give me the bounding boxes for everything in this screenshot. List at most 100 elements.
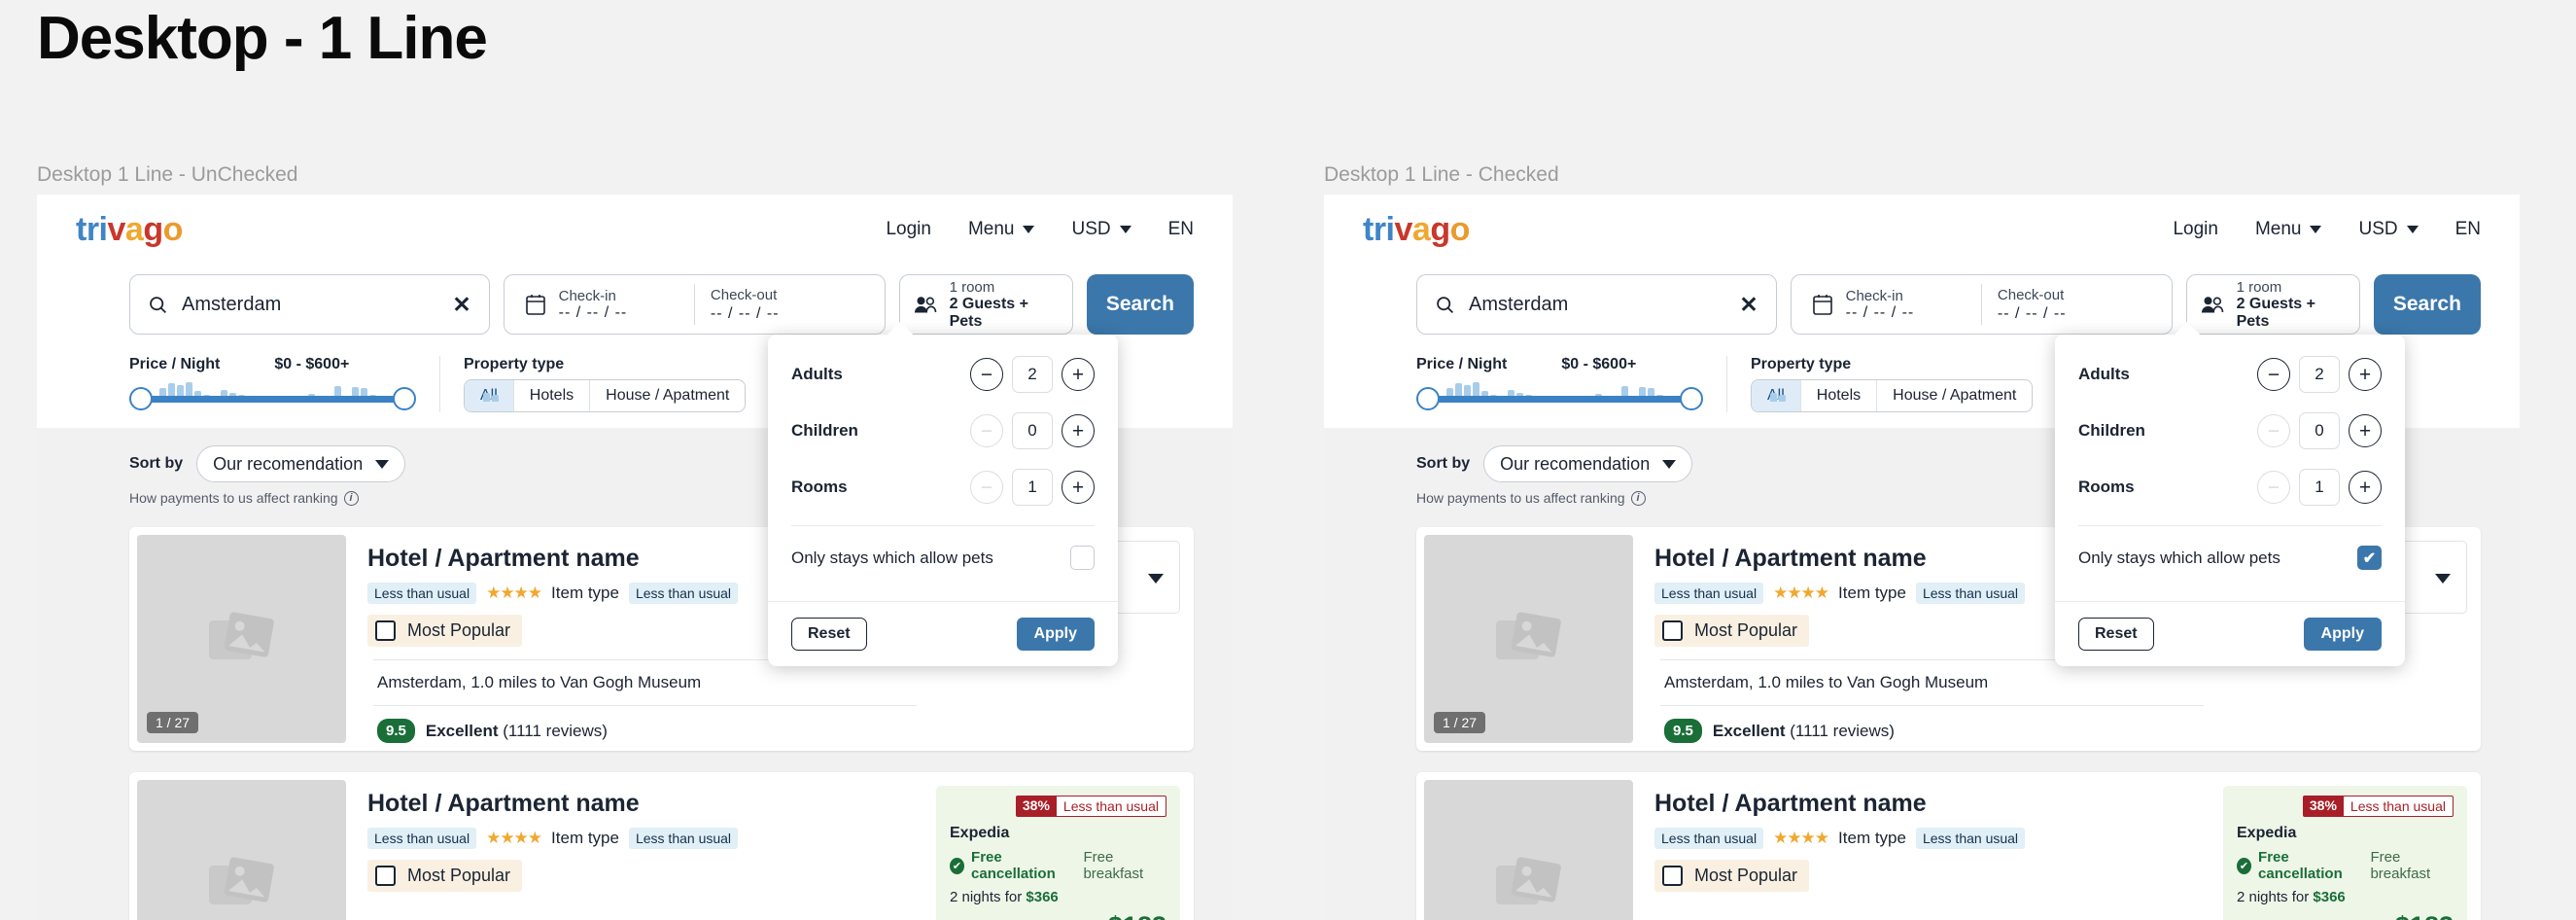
most-popular-label: Most Popular <box>407 866 511 885</box>
date-range-picker[interactable]: Check-in -- / -- / -- Check-out -- / -- … <box>503 274 887 335</box>
pets-checkbox[interactable] <box>1070 546 1095 570</box>
children-value[interactable]: 0 <box>2299 412 2340 449</box>
hotel-card[interactable]: Hotel / Apartment name Less than usual ★… <box>1416 772 2481 920</box>
trivago-logo[interactable]: trivago <box>1363 211 1470 249</box>
login-link[interactable]: Login <box>886 219 931 240</box>
language-selector[interactable]: EN <box>1168 219 1194 240</box>
destination-input[interactable]: Amsterdam ✕ <box>1416 274 1777 335</box>
adults-decrement-button[interactable]: − <box>970 358 1003 391</box>
chevron-down-icon <box>1119 226 1131 233</box>
property-option-house[interactable]: House / Apatment <box>1876 380 2032 411</box>
checkbox-icon[interactable] <box>375 620 396 641</box>
clear-icon[interactable]: ✕ <box>1739 292 1758 318</box>
rating-word: Excellent <box>1712 721 1786 740</box>
logo-part-o: o <box>1449 210 1471 248</box>
hotel-name[interactable]: Hotel / Apartment name <box>367 790 917 818</box>
currency-dropdown[interactable]: USD <box>2358 219 2419 240</box>
date-range-picker[interactable]: Check-in -- / -- / -- Check-out -- / -- … <box>1790 274 2174 335</box>
price-slider[interactable] <box>129 379 499 412</box>
info-icon[interactable]: i <box>1630 490 1646 506</box>
price-slider[interactable] <box>1416 379 1786 412</box>
logo-part-g: g <box>1430 210 1450 248</box>
property-option-hotels[interactable]: Hotels <box>512 380 589 411</box>
tag-less-than-usual-left: Less than usual <box>1654 583 1764 604</box>
reset-button[interactable]: Reset <box>791 618 867 651</box>
adults-increment-button[interactable]: + <box>1062 358 1095 391</box>
info-icon[interactable]: i <box>343 490 359 506</box>
property-option-house[interactable]: House / Apatment <box>589 380 745 411</box>
tag-less-than-usual-right: Less than usual <box>628 583 739 604</box>
rooms-value[interactable]: 1 <box>1012 469 1053 506</box>
page-title: Desktop - 1 Line <box>37 5 488 72</box>
adults-value[interactable]: 2 <box>2299 356 2340 393</box>
stepper-row-children: Children − 0 + <box>2078 412 2382 449</box>
clear-icon[interactable]: ✕ <box>452 292 470 318</box>
hotel-image-placeholder[interactable]: 1 / 27 <box>137 535 346 743</box>
language-selector[interactable]: EN <box>2455 219 2481 240</box>
top-navigation: trivago Login Menu USD EN <box>37 195 1233 265</box>
adults-increment-button[interactable]: + <box>2349 358 2382 391</box>
slider-track <box>1426 396 1693 403</box>
search-button[interactable]: Search <box>2373 274 2481 335</box>
most-popular-badge: Most Popular <box>367 615 523 647</box>
pets-checkbox[interactable]: ✔ <box>2357 546 2382 570</box>
apply-button[interactable]: Apply <box>1016 618 1095 651</box>
chevron-down-icon[interactable] <box>2435 573 2451 584</box>
chevron-down-icon <box>1662 459 1677 469</box>
guests-popup-checked: Adults − 2 + Children − 0 + Rooms − 1 + … <box>2055 321 2405 666</box>
item-type: Item type <box>1838 584 1906 602</box>
rating-reviews: (1111 reviews) <box>503 721 608 740</box>
hotel-card[interactable]: Hotel / Apartment name Less than usual ★… <box>129 772 1194 920</box>
children-increment-button[interactable]: + <box>1062 414 1095 447</box>
deal-box[interactable]: 38% Less than usual Expedia ✔ Free cance… <box>936 786 1180 920</box>
hotel-name[interactable]: Hotel / Apartment name <box>1654 790 2204 818</box>
checkbox-icon[interactable] <box>375 866 396 886</box>
children-increment-button[interactable]: + <box>2349 414 2382 447</box>
adults-value[interactable]: 2 <box>1012 356 1053 393</box>
children-decrement-button: − <box>970 414 1003 447</box>
checkbox-icon[interactable] <box>1662 620 1683 641</box>
sort-selected-value: Our recomendation <box>1500 453 1651 474</box>
hotel-image-placeholder[interactable] <box>1424 780 1633 920</box>
slider-handle-min[interactable] <box>1416 387 1440 410</box>
deal-price: $183 <box>2237 911 2454 920</box>
checkbox-icon[interactable] <box>1662 866 1683 886</box>
search-button[interactable]: Search <box>1086 274 1194 335</box>
currency-label: USD <box>1071 219 1111 239</box>
menu-dropdown[interactable]: Menu <box>968 219 1035 240</box>
hotel-image-placeholder[interactable] <box>137 780 346 920</box>
destination-input[interactable]: Amsterdam ✕ <box>129 274 490 335</box>
deal-provider: Expedia <box>950 825 1010 841</box>
menu-dropdown[interactable]: Menu <box>2255 219 2322 240</box>
slider-handle-max[interactable] <box>393 387 416 410</box>
slider-handle-min[interactable] <box>129 387 153 410</box>
chevron-down-icon[interactable] <box>1148 573 1164 584</box>
star-rating-icon: ★★★★ <box>486 829 542 847</box>
adults-decrement-button[interactable]: − <box>2257 358 2290 391</box>
deal-box[interactable]: 38% Less than usual Expedia ✔ Free cance… <box>2223 786 2467 920</box>
sort-select[interactable]: Our recomendation <box>1483 445 1693 482</box>
guests-selector[interactable]: 1 room 2 Guests + Pets <box>899 274 1073 335</box>
rooms-value[interactable]: 1 <box>2299 469 2340 506</box>
children-value[interactable]: 0 <box>1012 412 1053 449</box>
hotel-image-placeholder[interactable]: 1 / 27 <box>1424 535 1633 743</box>
tag-less-than-usual-right: Less than usual <box>1915 828 2026 849</box>
guests-selector[interactable]: 1 room 2 Guests + Pets <box>2186 274 2360 335</box>
apply-button[interactable]: Apply <box>2303 618 2382 651</box>
rooms-increment-button[interactable]: + <box>1062 471 1095 504</box>
slider-handle-max[interactable] <box>1680 387 1703 410</box>
rooms-increment-button[interactable]: + <box>2349 471 2382 504</box>
hotel-rating: 9.5 Excellent (1111 reviews) <box>1654 706 2204 743</box>
reset-button[interactable]: Reset <box>2078 618 2154 651</box>
trivago-logo[interactable]: trivago <box>76 211 183 249</box>
deal-provider: Expedia <box>2237 825 2297 841</box>
login-link[interactable]: Login <box>2173 219 2218 240</box>
property-option-hotels[interactable]: Hotels <box>1799 380 1876 411</box>
children-decrement-button: − <box>2257 414 2290 447</box>
logo-part-a: a <box>1411 210 1431 248</box>
sort-select[interactable]: Our recomendation <box>196 445 406 482</box>
free-breakfast-label: Free breakfast <box>2370 849 2431 882</box>
currency-dropdown[interactable]: USD <box>1071 219 1131 240</box>
star-rating-icon: ★★★★ <box>1773 829 1829 847</box>
frame-label-checked: Desktop 1 Line - Checked <box>1324 163 1559 186</box>
